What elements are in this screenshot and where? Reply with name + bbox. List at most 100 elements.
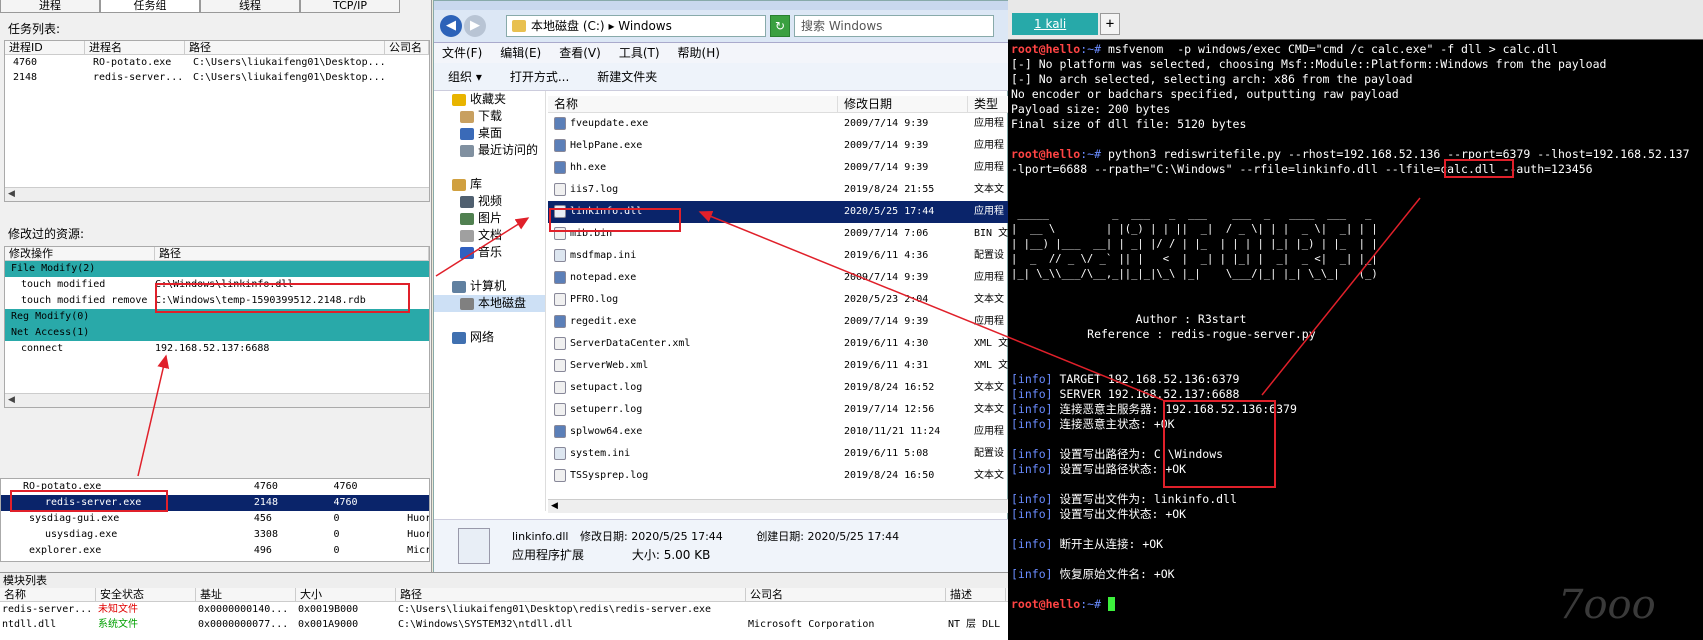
group-net-access[interactable]: Net Access(1) <box>5 325 429 341</box>
module-base: 0x0000000077... <box>198 619 289 630</box>
line-text: 断开主从连接: +OK <box>1052 537 1164 551</box>
line-text: SERVER 192.168.52.137:6688 <box>1052 387 1240 401</box>
file-type: XML 文 <box>974 360 1009 371</box>
table-row[interactable]: 4760 RO-potato.exe C:\Users\liukaifeng01… <box>5 55 429 70</box>
line-text: 设置写出文件状态: +OK <box>1052 507 1187 521</box>
file-row[interactable]: HelpPane.exe 2009/7/14 9:39 应用程 <box>548 135 1009 157</box>
menu-edit[interactable]: 编辑(E) <box>492 43 551 63</box>
col-file-name[interactable]: 名称 <box>548 96 838 112</box>
file-row[interactable]: msdfmap.ini 2019/6/11 4:36 配置设 <box>548 245 1009 267</box>
table-row[interactable]: usysdiag.exe 3308 0 Huor <box>1 527 429 543</box>
module-path: C:\Windows\SYSTEM32\ntdll.dll <box>398 619 573 630</box>
back-icon[interactable]: ◀ <box>440 15 462 37</box>
open-with-button[interactable]: 打开方式... <box>496 63 583 90</box>
nav-item[interactable]: 库 <box>434 176 545 193</box>
col-mod-name[interactable]: 名称 <box>0 588 96 601</box>
nav-item[interactable]: 本地磁盘 <box>434 295 545 312</box>
file-row[interactable]: splwow64.exe 2010/11/21 11:24 应用程 <box>548 421 1009 443</box>
tab-task-group[interactable]: 任务组 <box>100 0 200 13</box>
module-status: 系统文件 <box>98 619 138 630</box>
modified-hscrollbar[interactable]: ◀ <box>5 393 429 407</box>
menu-help[interactable]: 帮助(H) <box>670 43 730 63</box>
table-row[interactable]: ntdll.dll 系统文件 0x0000000077... 0x001A9000 C:… <box>0 617 1008 632</box>
refresh-icon[interactable]: ↻ <box>770 15 790 37</box>
new-folder-button[interactable]: 新建文件夹 <box>583 63 671 90</box>
list-item[interactable]: connect 192.168.52.137:6688 <box>5 341 429 357</box>
search-input[interactable]: 搜索 Windows <box>794 15 994 37</box>
forward-icon[interactable]: ▶ <box>464 15 486 37</box>
file-name-text: setupact.log <box>570 382 643 393</box>
terminal-line: [info] TARGET 192.168.52.136:6379 <box>1011 372 1701 387</box>
col-type[interactable]: 类型 <box>968 96 1009 112</box>
nav-item[interactable]: 桌面 <box>434 125 545 142</box>
file-date: 2009/7/14 7:06 <box>844 228 929 239</box>
file-row[interactable]: fveupdate.exe 2009/7/14 9:39 应用程 <box>548 113 1009 135</box>
file-row[interactable]: regedit.exe 2009/7/14 9:39 应用程 <box>548 311 1009 333</box>
file-row[interactable]: iis7.log 2019/8/24 21:55 文本文 <box>548 179 1009 201</box>
col-path[interactable]: 路径 <box>185 41 385 54</box>
col-name[interactable]: 进程名 <box>85 41 185 54</box>
col-op[interactable]: 修改操作 <box>5 247 155 260</box>
file-row[interactable]: ServerWeb.xml 2019/6/11 4:31 XML 文 <box>548 355 1009 377</box>
col-mod-path[interactable]: 路径 <box>396 588 746 601</box>
terminal-tab[interactable]: 1 kali <box>1012 13 1098 35</box>
col-mod-company[interactable]: 公司名 <box>746 588 946 601</box>
file-row[interactable]: system.ini 2019/6/11 5:08 配置设 <box>548 443 1009 465</box>
file-icon <box>554 116 566 130</box>
nav-item[interactable]: 网络 <box>434 329 545 346</box>
col-mod-status[interactable]: 安全状态 <box>96 588 196 601</box>
file-row[interactable]: notepad.exe 2009/7/14 9:39 应用程 <box>548 267 1009 289</box>
table-row[interactable]: sysdiag-gui.exe 456 0 Huor <box>1 511 429 527</box>
file-row[interactable]: hh.exe 2009/7/14 9:39 应用程 <box>548 157 1009 179</box>
path-segment[interactable]: Windows <box>618 19 672 33</box>
col-modified[interactable]: 修改日期 <box>838 96 968 112</box>
terminal-output[interactable]: root@hello:~# msfvenom -p windows/exec C… <box>1011 42 1701 612</box>
col-mod-desc[interactable]: 描述 <box>946 588 1006 601</box>
detail-modified-label: 修改日期: <box>579 530 628 543</box>
file-hscrollbar[interactable]: ◀ <box>548 499 1009 513</box>
tab-tcpip[interactable]: TCP/IP <box>300 0 400 13</box>
nav-item[interactable]: 文档 <box>434 227 545 244</box>
nav-item[interactable]: 下载 <box>434 108 545 125</box>
file-name: regedit.exe <box>548 311 838 333</box>
col-pid[interactable]: 进程ID <box>5 41 85 54</box>
file-row[interactable]: setuperr.log 2019/7/14 12:56 文本文 <box>548 399 1009 421</box>
module-header: 名称 安全状态 基址 大小 路径 公司名 描述 <box>0 588 1008 602</box>
menu-view[interactable]: 查看(V) <box>551 43 611 63</box>
file-row[interactable]: ServerDataCenter.xml 2019/6/11 4:30 XML 文 <box>548 333 1009 355</box>
dll-file-icon <box>458 528 490 564</box>
file-row[interactable]: PFRO.log 2020/5/23 2:04 文本文 <box>548 289 1009 311</box>
file-row[interactable]: TSSysprep.log 2019/8/24 16:50 文本文 <box>548 465 1009 487</box>
file-row[interactable]: setupact.log 2019/8/24 16:52 文本文 <box>548 377 1009 399</box>
table-row[interactable]: redis-server... 未知文件 0x0000000140... 0x0019… <box>0 602 1008 617</box>
task-hscrollbar[interactable]: ◀ <box>5 187 429 201</box>
col-mod-path[interactable]: 路径 <box>155 247 429 260</box>
explorer-titlebar[interactable] <box>434 1 1009 10</box>
tab-process[interactable]: 进程 <box>0 0 100 13</box>
col-mod-base[interactable]: 基址 <box>196 588 296 601</box>
tab-threads[interactable]: 线程 <box>200 0 300 13</box>
nav-item[interactable]: 最近访问的 <box>434 142 545 159</box>
group-file-modify[interactable]: File Modify(2) <box>5 261 429 277</box>
file-name: hh.exe <box>548 157 838 179</box>
table-row[interactable]: explorer.exe 496 0 Micr <box>1 543 429 559</box>
file-type: 应用程 <box>974 316 1004 327</box>
folder-icon <box>512 20 526 32</box>
nav-item[interactable]: 收藏夹 <box>434 91 545 108</box>
terminal-tabbar: 1 kali + <box>1008 0 1703 40</box>
nav-item[interactable]: 音乐 <box>434 244 545 261</box>
nav-item[interactable]: 视频 <box>434 193 545 210</box>
file-date: 2019/8/24 21:55 <box>844 184 935 195</box>
menu-tools[interactable]: 工具(T) <box>611 43 670 63</box>
menu-file[interactable]: 文件(F) <box>434 43 492 63</box>
new-tab-icon[interactable]: + <box>1100 13 1120 35</box>
address-input[interactable]: 本地磁盘 (C:) ▸ Windows <box>506 15 766 37</box>
table-row[interactable]: 2148 redis-server... C:\Users\liukaifeng… <box>5 70 429 85</box>
col-company[interactable]: 公司名 <box>385 41 429 54</box>
col-mod-size[interactable]: 大小 <box>296 588 396 601</box>
nav-item[interactable]: 计算机 <box>434 278 545 295</box>
organize-button[interactable]: 组织 ▾ <box>434 63 496 90</box>
nav-item[interactable]: 图片 <box>434 210 545 227</box>
path-segment[interactable]: 本地磁盘 (C:) <box>531 19 605 33</box>
